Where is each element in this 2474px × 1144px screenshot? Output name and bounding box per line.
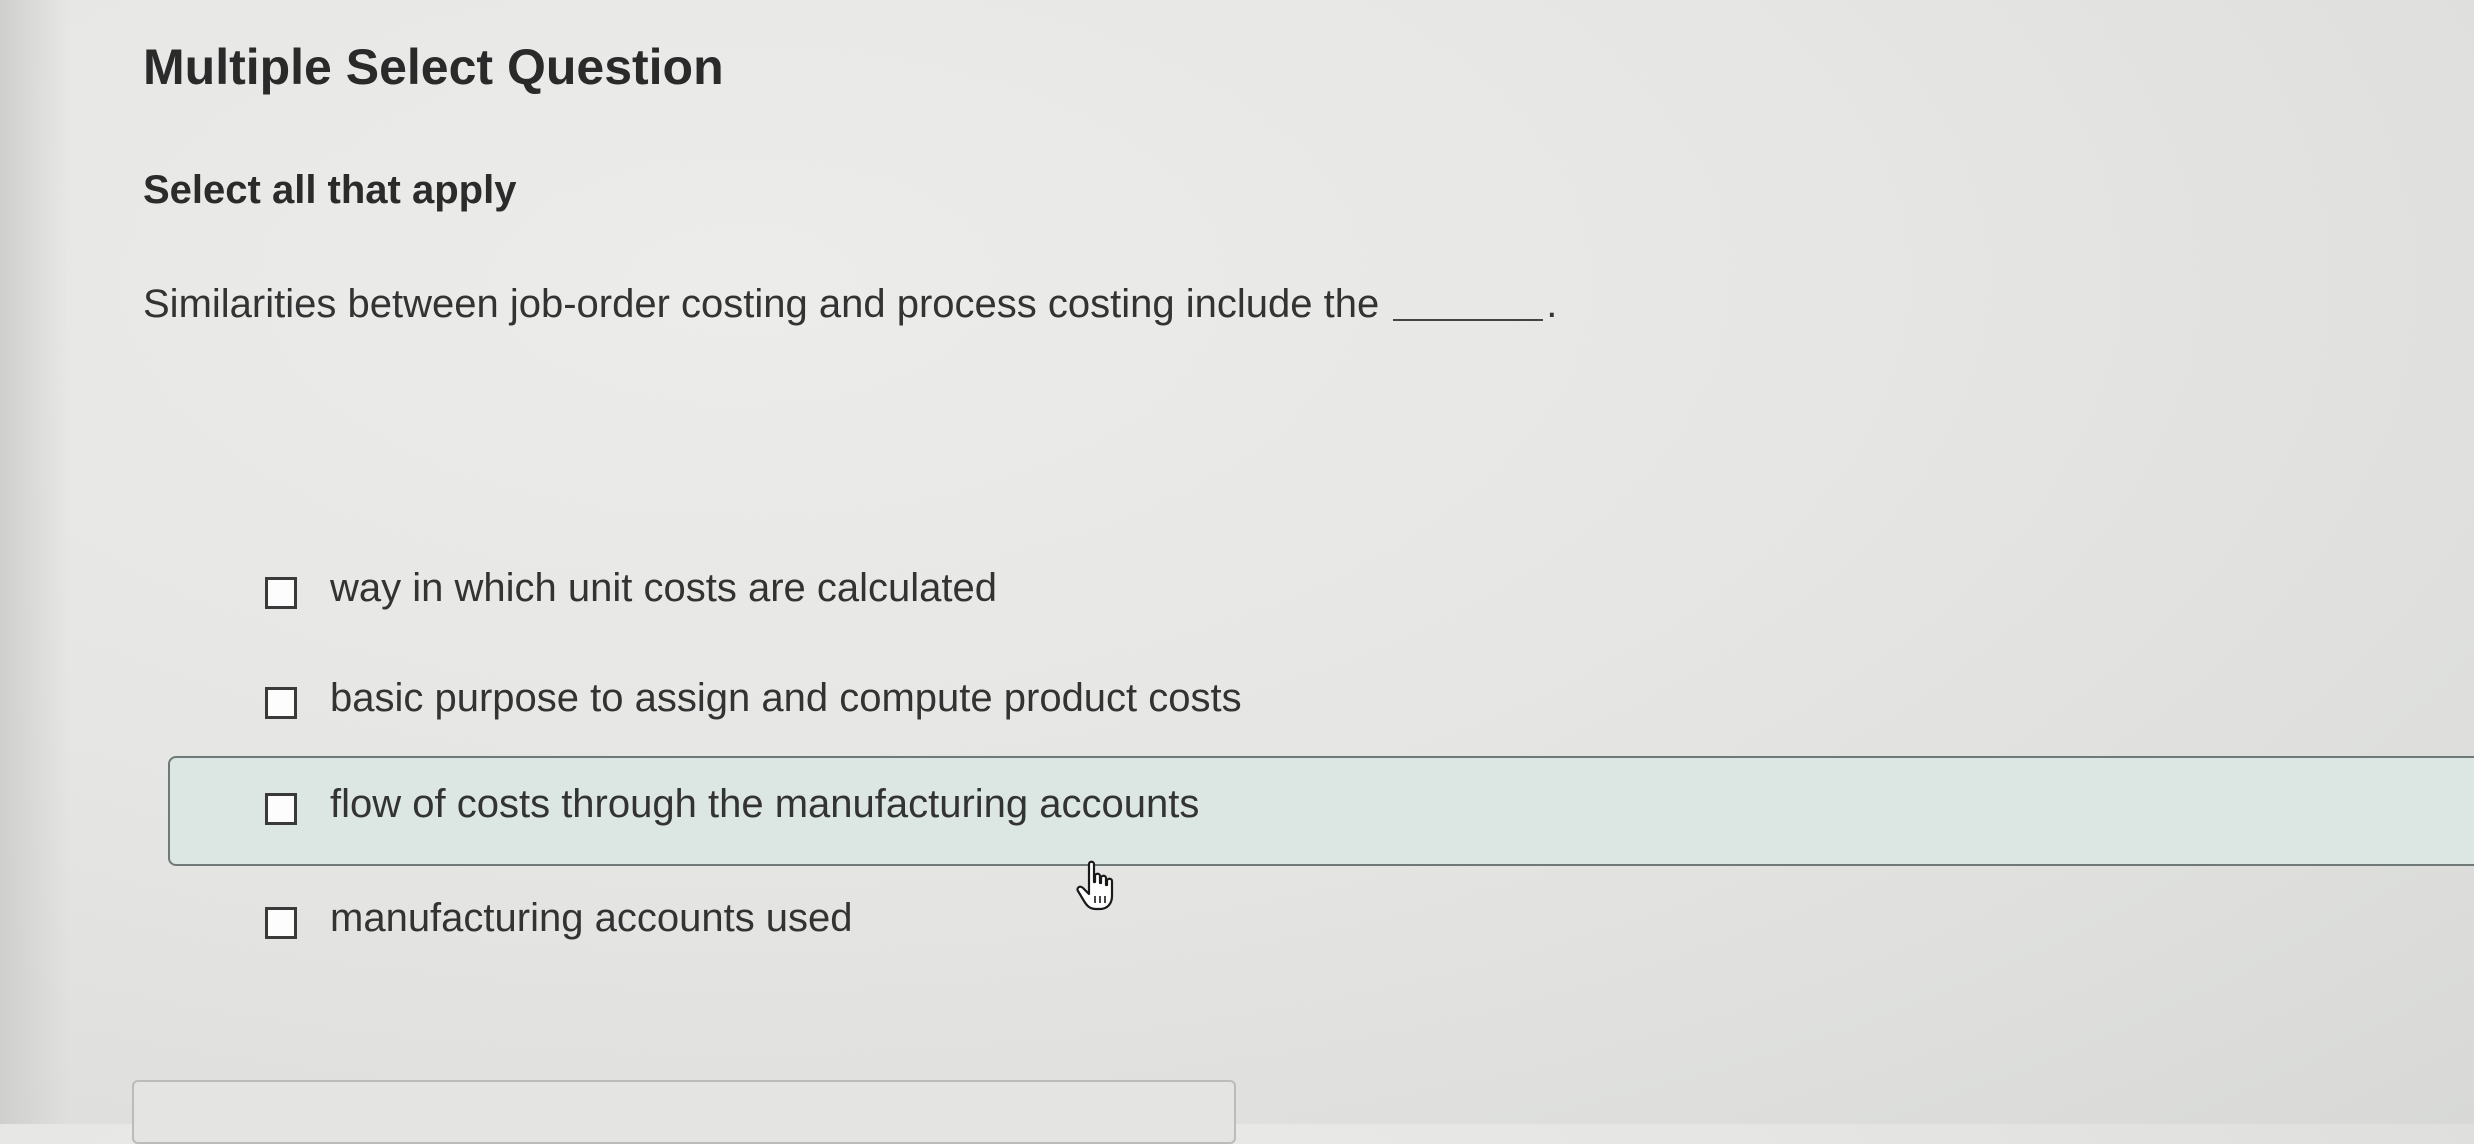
answer-blank	[1393, 319, 1544, 321]
checkbox-unchecked-icon[interactable]	[265, 577, 297, 609]
answer-option-3[interactable]: flow of costs through the manufacturing …	[168, 756, 2474, 866]
answer-option-1[interactable]: way in which unit costs are calculated	[168, 540, 2474, 650]
checkbox-unchecked-icon[interactable]	[265, 687, 297, 719]
checkbox-unchecked-icon[interactable]	[265, 907, 297, 939]
answer-option-2[interactable]: basic purpose to assign and compute prod…	[168, 650, 2474, 760]
question-prompt: Similarities between job-order costing a…	[143, 282, 1557, 327]
answer-option-label: flow of costs through the manufacturing …	[330, 782, 1200, 826]
screen-edge-shadow	[0, 0, 70, 1124]
answer-option-label: way in which unit costs are calculated	[330, 566, 997, 610]
question-type-title: Multiple Select Question	[143, 39, 724, 95]
instruction-text: Select all that apply	[143, 168, 517, 212]
next-section-container	[132, 1080, 1236, 1144]
question-text: Similarities between job-order costing a…	[143, 282, 1380, 326]
answer-option-4[interactable]: manufacturing accounts used	[168, 870, 2474, 980]
answer-option-label: basic purpose to assign and compute prod…	[330, 676, 1242, 720]
checkbox-unchecked-icon[interactable]	[265, 793, 297, 825]
hand-pointer-icon	[1075, 860, 1119, 912]
question-end-punctuation: .	[1546, 282, 1558, 326]
answer-option-label: manufacturing accounts used	[330, 896, 853, 940]
